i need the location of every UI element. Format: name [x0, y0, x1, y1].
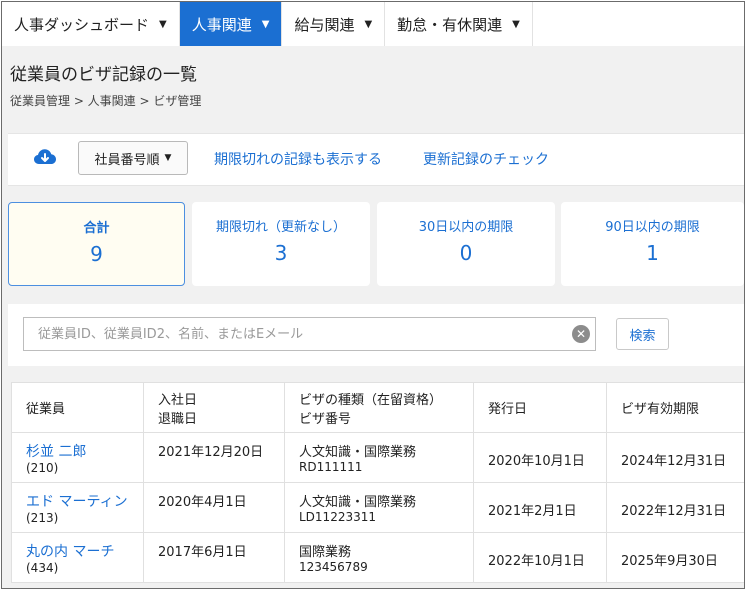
summary-card-90-days[interactable]: 90日以内の期限 1: [561, 202, 744, 286]
employee-cell: 杉並 二郎 (210): [11, 432, 144, 483]
nav-tab-label: 勤怠・有休関連: [397, 15, 503, 34]
caret-down-icon: ▼: [164, 153, 172, 163]
summary-card-expired[interactable]: 期限切れ（更新なし） 3: [192, 202, 370, 286]
clear-icon[interactable]: ✕: [572, 325, 590, 343]
search-panel: ✕ 検索: [8, 304, 744, 366]
header-label: ビザ番号: [299, 411, 352, 427]
issue-date-cell: 2020年10月1日: [473, 432, 607, 483]
header-hire-leave-date[interactable]: 入社日 退職日: [143, 382, 285, 433]
visa-number: RD111111: [299, 460, 363, 474]
top-nav: 人事ダッシュボード ▼ 人事関連 ▼ 給与関連 ▼ 勤怠・有休関連 ▼: [2, 2, 744, 46]
header-issue-date[interactable]: 発行日: [473, 382, 607, 433]
nav-tab-hr-dashboard[interactable]: 人事ダッシュボード ▼: [2, 2, 180, 46]
sort-order-dropdown[interactable]: 社員番号順 ▼: [78, 141, 188, 175]
hire-date: 2021年12月20日: [158, 445, 264, 460]
nav-tab-label: 人事ダッシュボード: [14, 15, 150, 34]
visa-type: 人文知識・国際業務: [299, 445, 417, 460]
search-input[interactable]: [23, 317, 596, 351]
card-value: 9: [90, 242, 103, 266]
expiry-date: 2024年12月31日: [621, 454, 727, 469]
caret-down-icon: ▼: [364, 18, 373, 30]
cloud-download-icon[interactable]: [33, 146, 57, 168]
header-employee[interactable]: 従業員: [11, 382, 144, 433]
check-renewal-link[interactable]: 更新記録のチェック: [423, 149, 549, 169]
card-value: 1: [646, 241, 659, 265]
nav-tab-attendance[interactable]: 勤怠・有休関連 ▼: [385, 2, 533, 46]
visa-type: 人文知識・国際業務: [299, 495, 417, 510]
caret-down-icon: ▼: [261, 18, 270, 30]
issue-date: 2021年2月1日: [488, 504, 577, 519]
page-title: 従業員のビザ記録の一覧: [10, 65, 197, 85]
table-row: 丸の内 マーチ (434) 2017年6月1日 国際業務 123456789 2…: [11, 532, 744, 583]
employee-name-link[interactable]: 丸の内 マーチ: [26, 541, 143, 561]
visa-number: LD11223311: [299, 510, 377, 524]
hire-date-cell: 2021年12月20日: [143, 432, 285, 483]
expiry-date: 2022年12月31日: [621, 504, 727, 519]
visa-cell: 人文知識・国際業務 RD111111: [284, 432, 474, 483]
search-button[interactable]: 検索: [616, 318, 669, 350]
header-label: 入社日: [158, 392, 198, 408]
header-label: 退職日: [158, 411, 198, 427]
caret-down-icon: ▼: [512, 18, 520, 30]
app-frame: 人事ダッシュボード ▼ 人事関連 ▼ 給与関連 ▼ 勤怠・有休関連 ▼ 従業員の…: [1, 1, 745, 589]
card-label: 合計: [83, 221, 110, 236]
visa-number: 123456789: [299, 560, 368, 574]
summary-card-total[interactable]: 合計 9: [8, 202, 185, 286]
table-header-row: 従業員 入社日 退職日 ビザの種類（在留資格） ビザ番号 発行日 ビザ有効期限: [11, 382, 744, 433]
expiry-date: 2025年9月30日: [621, 554, 718, 569]
expiry-cell: 2025年9月30日: [606, 532, 744, 583]
table-row: 杉並 二郎 (210) 2021年12月20日 人文知識・国際業務 RD1111…: [11, 432, 744, 483]
header-label: 従業員: [26, 402, 66, 417]
hire-date: 2020年4月1日: [158, 495, 247, 510]
table-row: エド マーティン (213) 2020年4月1日 人文知識・国際業務 LD112…: [11, 482, 744, 533]
hire-date: 2017年6月1日: [158, 545, 247, 560]
employee-name-link[interactable]: エド マーティン: [26, 491, 143, 511]
issue-date-cell: 2022年10月1日: [473, 532, 607, 583]
show-expired-link[interactable]: 期限切れの記録も表示する: [214, 149, 382, 169]
expiry-cell: 2024年12月31日: [606, 432, 744, 483]
breadcrumb: 従業員管理 > 人事関連 > ビザ管理: [10, 94, 202, 108]
hire-date-cell: 2017年6月1日: [143, 532, 285, 583]
card-value: 3: [274, 241, 288, 265]
employee-id: (434): [26, 561, 59, 575]
caret-down-icon: ▼: [159, 18, 167, 30]
employee-name-link[interactable]: 杉並 二郎: [26, 441, 143, 461]
nav-tab-payroll[interactable]: 給与関連 ▼: [282, 2, 386, 46]
card-label: 30日以内の期限: [418, 220, 514, 235]
nav-tab-hr-related[interactable]: 人事関連 ▼: [179, 2, 283, 46]
header-expiry[interactable]: ビザ有効期限: [606, 382, 744, 433]
header-visa-type[interactable]: ビザの種類（在留資格） ビザ番号: [284, 382, 474, 433]
employee-id: (210): [26, 461, 59, 475]
visa-cell: 国際業務 123456789: [284, 532, 474, 583]
card-value: 0: [459, 241, 473, 265]
nav-tab-label: 人事関連: [191, 15, 252, 34]
summary-card-30-days[interactable]: 30日以内の期限 0: [377, 202, 555, 286]
nav-tab-label: 給与関連: [294, 15, 355, 34]
issue-date-cell: 2021年2月1日: [473, 482, 607, 533]
header-label: ビザの種類（在留資格）: [299, 392, 443, 408]
nav-filler: [532, 2, 744, 46]
card-label: 90日以内の期限: [605, 220, 700, 235]
expiry-cell: 2022年12月31日: [606, 482, 744, 533]
issue-date: 2020年10月1日: [488, 454, 585, 469]
visa-cell: 人文知識・国際業務 LD11223311: [284, 482, 474, 533]
employee-cell: 丸の内 マーチ (434): [11, 532, 144, 583]
visa-type: 国際業務: [299, 545, 352, 560]
hire-date-cell: 2020年4月1日: [143, 482, 285, 533]
sort-order-label: 社員番号順: [94, 152, 160, 168]
employee-cell: エド マーティン (213): [11, 482, 144, 533]
employee-id: (213): [26, 511, 59, 525]
header-label: ビザ有効期限: [621, 402, 700, 417]
visa-records-table: 従業員 入社日 退職日 ビザの種類（在留資格） ビザ番号 発行日 ビザ有効期限 …: [11, 382, 744, 583]
header-label: 発行日: [488, 402, 528, 417]
toolbar: 社員番号順 ▼ 期限切れの記録も表示する 更新記録のチェック: [8, 133, 744, 186]
issue-date: 2022年10月1日: [488, 554, 585, 569]
card-label: 期限切れ（更新なし）: [215, 220, 346, 235]
